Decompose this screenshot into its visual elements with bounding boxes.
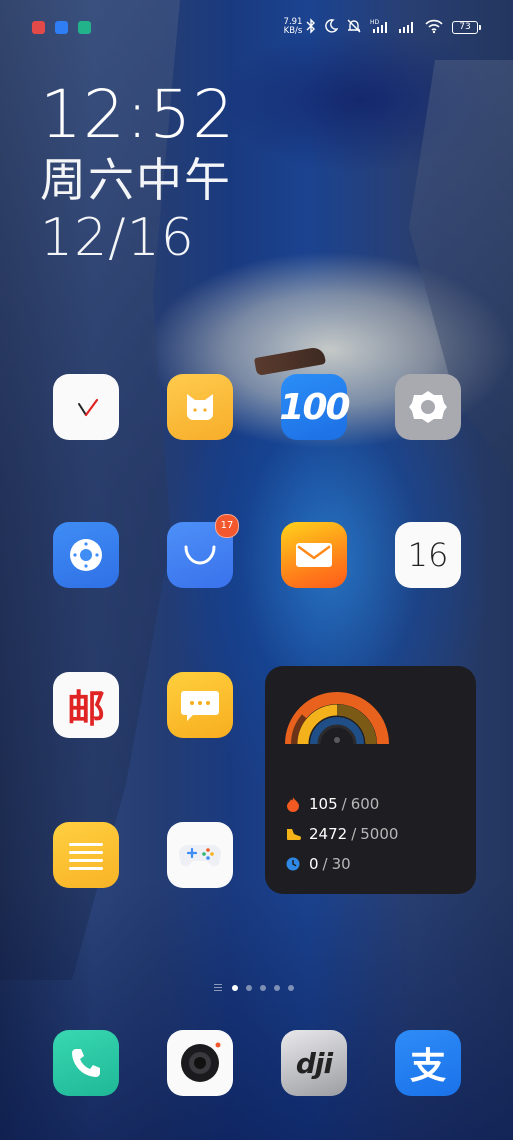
clock-circle-icon (285, 856, 301, 872)
steps-separator: / (351, 825, 357, 843)
page-dot-1[interactable] (232, 985, 238, 991)
dji-icon: dji (281, 1030, 347, 1096)
steps-row: 2472 / 5000 (285, 824, 398, 844)
app-calendar[interactable]: 16 (395, 522, 461, 588)
camera-icon (167, 1030, 233, 1096)
kuaidi100-icon: 100 (279, 374, 350, 440)
mute-bell-icon (346, 18, 362, 39)
hd-signal-icon: HD (370, 18, 390, 39)
wifi-icon (424, 18, 444, 39)
flame-icon (285, 796, 301, 812)
app-china-post[interactable]: 邮 (53, 672, 119, 738)
app-phone[interactable] (53, 1030, 119, 1096)
app-email[interactable] (281, 522, 347, 588)
fitness-widget[interactable]: 105 / 600 2472 / 5000 0 / 30 (265, 666, 476, 894)
steps-value: 2472 (309, 825, 348, 843)
calendar-day-label: 16 (407, 536, 449, 574)
remote-icon (53, 522, 119, 588)
app-notes[interactable] (53, 822, 119, 888)
gear-icon (395, 374, 461, 440)
steps-goal: 5000 (360, 825, 399, 843)
phone-icon (53, 1030, 119, 1096)
signal-icon (398, 18, 416, 39)
clock-icon (53, 374, 119, 440)
page-dot-4[interactable] (274, 985, 280, 991)
status-bar: 7.91 KB/s HD 73 (0, 0, 513, 56)
calories-value: 105 (309, 795, 338, 813)
battery-indicator: 73 (452, 21, 481, 34)
calories-separator: / (341, 795, 347, 813)
page-indicator[interactable] (214, 983, 304, 991)
clock-time: 12:52 (40, 76, 236, 153)
app-xiaomi-community[interactable] (167, 374, 233, 440)
app-dji[interactable]: dji (281, 1030, 347, 1096)
activity-rings-chart (285, 692, 389, 745)
app-mi-remote[interactable] (53, 522, 119, 588)
china-post-label: 邮 (66, 685, 105, 731)
app-camera[interactable] (167, 1030, 233, 1096)
clock-widget[interactable]: 12:52 周六中午 12/16 (40, 76, 236, 269)
svg-text:HD: HD (370, 19, 380, 26)
app-game-center[interactable] (167, 822, 233, 888)
app-clock[interactable] (53, 374, 119, 440)
mi-bunny-icon (167, 374, 233, 440)
minutes-separator: / (322, 855, 328, 873)
minutes-value: 0 (309, 855, 319, 873)
minutes-goal: 30 (331, 855, 351, 873)
minutes-row: 0 / 30 (285, 854, 351, 874)
calendar-icon: 16 (395, 522, 461, 588)
alipay-icon: 支 (395, 1030, 461, 1096)
app-alipay[interactable]: 支 (395, 1030, 461, 1096)
upload-icon (55, 21, 68, 34)
bluetooth-icon (306, 18, 316, 39)
kuaidi100-label: 100 (279, 386, 350, 428)
clock-day: 周六中午 (40, 153, 232, 207)
wallpaper-sea (0, 880, 513, 1140)
net-speed-unit: KB/s (283, 26, 303, 36)
gamepad-icon (167, 822, 233, 888)
page-dot-3[interactable] (260, 985, 266, 991)
post-icon: 邮 (53, 672, 119, 738)
app-settings[interactable] (395, 374, 461, 440)
wallpaper-shipwreck (253, 346, 327, 376)
page-dot-2[interactable] (246, 985, 252, 991)
app-store[interactable]: 17 (167, 514, 239, 588)
notification-badge: 17 (215, 514, 239, 538)
moon-icon (324, 18, 339, 39)
notes-icon (53, 822, 119, 888)
page-list-icon[interactable] (214, 984, 222, 991)
net-speed: 7.91 KB/s (283, 18, 303, 36)
calories-row: 105 / 600 (285, 794, 379, 814)
calories-goal: 600 (350, 795, 380, 813)
maps-icon (32, 21, 45, 34)
alipay-label: 支 (409, 1046, 446, 1087)
app-kuaidi100[interactable]: 100 (279, 374, 351, 440)
shoe-icon (285, 826, 301, 842)
page-dot-5[interactable] (288, 985, 294, 991)
dji-label: dji (295, 1046, 333, 1080)
video-icon (78, 21, 91, 34)
app-messages[interactable] (167, 672, 233, 738)
message-bubble-icon (167, 672, 233, 738)
envelope-icon (281, 522, 347, 588)
clock-date: 12/16 (40, 208, 195, 268)
battery-level: 73 (459, 22, 471, 32)
